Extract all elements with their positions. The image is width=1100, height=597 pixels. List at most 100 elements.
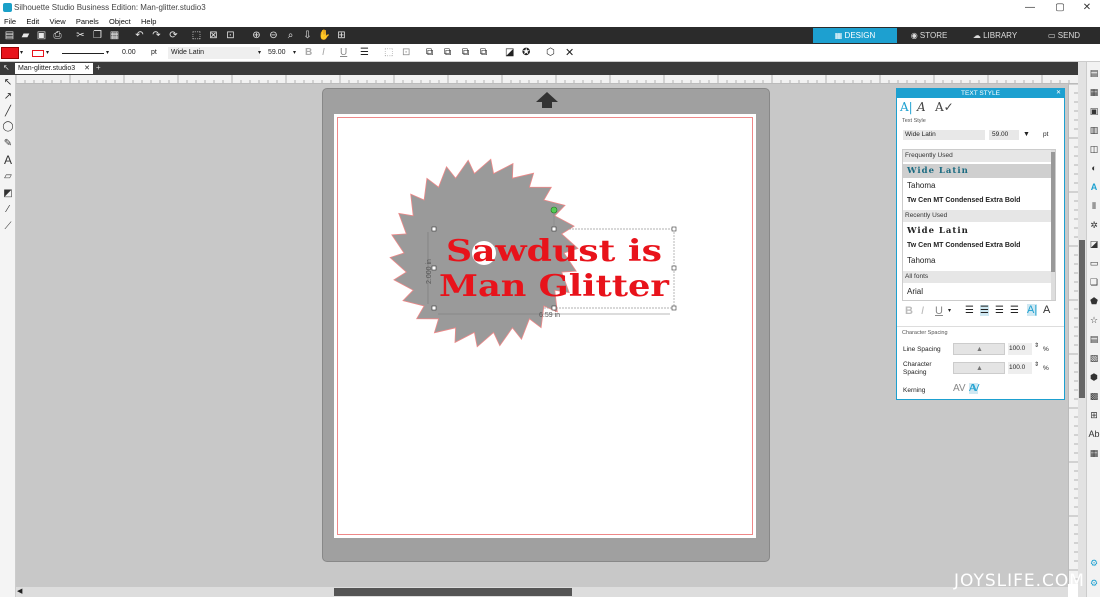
font-item-tahoma-recent[interactable]: Tahoma xyxy=(903,254,1053,268)
text-style-panel-icon[interactable]: A xyxy=(1088,181,1100,193)
line-width-field[interactable]: 0.00 xyxy=(122,47,136,59)
cut-icon[interactable]: ✂ xyxy=(74,29,87,42)
paste-icon[interactable]: ▦ xyxy=(108,29,121,42)
text-path-tab-icon[interactable]: A✓ xyxy=(935,100,954,114)
bold-icon[interactable]: B xyxy=(305,47,312,59)
font-size-dropdown-icon[interactable]: ▾ xyxy=(293,47,296,59)
zoom-in-icon[interactable]: ⊕ xyxy=(250,29,263,42)
close-tab-icon[interactable]: ✕ xyxy=(84,63,90,74)
image-effects-icon[interactable]: ⬢ xyxy=(1088,371,1100,383)
make-compound-icon[interactable]: ◪ xyxy=(505,47,514,59)
new-file-icon[interactable]: ▤ xyxy=(3,29,16,42)
pencil-tool-icon[interactable]: ✎ xyxy=(1,137,15,151)
select-all-icon[interactable]: ⬚ xyxy=(190,29,203,42)
font-list-scroll-thumb[interactable] xyxy=(1051,152,1055,272)
design-text-line-1[interactable]: Sawdust is xyxy=(446,234,662,269)
font-item-tahoma-frequent[interactable]: Tahoma xyxy=(903,179,1053,193)
sketch-panel-icon[interactable]: ▤ xyxy=(1088,333,1100,345)
send-to-back-icon[interactable]: ⧉ xyxy=(444,47,451,59)
font-item-twcen-frequent[interactable]: Tw Cen MT Condensed Extra Bold xyxy=(903,194,1053,208)
vertical-text-icon[interactable]: A xyxy=(1043,304,1050,316)
select-by-color-icon[interactable]: ⊡ xyxy=(224,29,237,42)
tab-library[interactable]: ☁ LIBRARY xyxy=(962,28,1028,43)
rotate-handle[interactable] xyxy=(550,206,558,214)
bring-forward-icon[interactable]: ⧉ xyxy=(462,47,469,59)
pan-hand-icon[interactable]: ✋ xyxy=(318,29,331,42)
character-spacing-slider-thumb[interactable]: ▲ xyxy=(976,365,983,372)
tab-store[interactable]: ◉ STORE xyxy=(898,28,960,43)
panel-size-dropdown-icon[interactable]: ▼ xyxy=(1023,130,1030,140)
trace-panel-icon[interactable]: ❏ xyxy=(1088,276,1100,288)
cut-settings-icon[interactable]: ⊞ xyxy=(1088,409,1100,421)
line-spacing-slider-thumb[interactable]: ▲ xyxy=(976,346,983,353)
character-spacing-field[interactable]: 100.0 xyxy=(1008,362,1032,374)
weld-icon[interactable]: ⬡ xyxy=(546,47,555,59)
undo-icon[interactable]: ↶ xyxy=(133,29,146,42)
scroll-left-icon[interactable]: ◀ xyxy=(17,587,22,595)
eraser-tool-icon[interactable]: ◩ xyxy=(1,187,15,201)
design-canvas[interactable]: 2.000 in 6.59 in Sawdust is Man Glitter xyxy=(334,114,756,538)
line-spacing-slider[interactable]: ▲ xyxy=(953,343,1005,355)
font-item-wide-latin-frequent[interactable]: Wide Latin xyxy=(903,164,1053,178)
fill-tool-icon[interactable]: ▱ xyxy=(1,170,15,184)
align-right-icon[interactable]: ☰ xyxy=(995,305,1004,316)
replicate-panel-icon[interactable]: ✲ xyxy=(1088,219,1100,231)
fit-page-icon[interactable]: ⊞ xyxy=(335,29,348,42)
line-spacing-field[interactable]: 100.0 xyxy=(1008,343,1032,355)
layers-icon[interactable]: ▥ xyxy=(1088,124,1100,136)
font-panel-icon[interactable]: Ab xyxy=(1088,428,1100,440)
menu-panels[interactable]: Panels xyxy=(72,16,103,27)
font-name-field[interactable]: Wide Latin xyxy=(168,47,260,59)
font-item-wide-latin-recent[interactable]: Wide Latin xyxy=(903,224,1053,238)
knife-tool-icon[interactable]: ⁄ xyxy=(1,203,15,217)
line-tool-icon[interactable]: ╱ xyxy=(1,105,15,119)
copy-icon[interactable]: ❐ xyxy=(91,29,104,42)
underline-icon[interactable]: U xyxy=(340,47,347,59)
italic-icon[interactable]: I xyxy=(322,47,325,59)
panel-italic-icon[interactable]: I xyxy=(921,305,924,317)
release-compound-icon[interactable]: ✪ xyxy=(522,47,530,59)
settings-gear-icon[interactable]: ⚙ xyxy=(1088,557,1100,569)
close-button[interactable]: ✕ xyxy=(1072,1,1100,14)
open-folder-icon[interactable]: ▰ xyxy=(19,29,32,42)
font-size-field[interactable]: 59.00 xyxy=(268,47,286,59)
line-style-preview[interactable] xyxy=(62,53,104,54)
minimize-button[interactable]: — xyxy=(1015,1,1045,14)
horizontal-scrollbar[interactable]: ◀ xyxy=(16,587,1068,597)
page-setup-icon[interactable]: ▤ xyxy=(1088,67,1100,79)
line-color-swatch[interactable] xyxy=(32,50,44,57)
star-panel-icon[interactable]: ☆ xyxy=(1088,314,1100,326)
panel-bold-icon[interactable]: B xyxy=(905,305,913,317)
menu-object[interactable]: Object xyxy=(105,16,135,27)
font-item-twcen-recent[interactable]: Tw Cen MT Condensed Extra Bold xyxy=(903,239,1053,253)
align-justify-icon[interactable]: ☰ xyxy=(1010,305,1019,316)
print-icon[interactable]: ⎙ xyxy=(51,29,64,42)
text-style-tab-icon[interactable]: A| xyxy=(900,100,913,114)
pattern-panel-icon[interactable]: ▧ xyxy=(1088,352,1100,364)
group-icon[interactable]: ⬚ xyxy=(384,47,393,59)
panel-font-field[interactable]: Wide Latin xyxy=(903,130,985,140)
font-item-arial[interactable]: Arial xyxy=(903,285,1053,299)
history-panel-icon[interactable]: ▦ xyxy=(1088,447,1100,459)
menu-file[interactable]: File xyxy=(0,16,20,27)
select-tool-icon[interactable]: ↖ xyxy=(1,76,15,90)
eyedropper-tool-icon[interactable]: ⟋ xyxy=(1,220,15,234)
panel-size-field[interactable]: 59.00 xyxy=(989,130,1019,140)
align-panel-icon[interactable]: ⫴ xyxy=(1088,200,1100,212)
stroke-panel-icon[interactable]: ◫ xyxy=(1088,143,1100,155)
new-tab-button[interactable]: + xyxy=(96,63,101,72)
tab-send[interactable]: ▭ SEND xyxy=(1036,28,1092,43)
registration-icon[interactable]: ▩ xyxy=(1088,390,1100,402)
nesting-panel-icon[interactable]: ⬟ xyxy=(1088,295,1100,307)
fill-dropdown-icon[interactable]: ▾ xyxy=(20,47,23,59)
library-panel-icon[interactable]: ▦ xyxy=(1088,86,1100,98)
panel-close-icon[interactable]: ✕ xyxy=(1056,89,1061,98)
panel-underline-icon[interactable]: U xyxy=(935,305,943,317)
kerning-off-icon[interactable]: AV xyxy=(953,383,966,394)
line-style-dropdown-icon[interactable]: ▾ xyxy=(106,47,109,59)
modify-panel-icon[interactable]: ◪ xyxy=(1088,238,1100,250)
store-panel-icon[interactable]: ▣ xyxy=(1088,105,1100,117)
horizontal-scroll-thumb[interactable] xyxy=(334,588,572,596)
tab-design[interactable]: ▦ DESIGN xyxy=(813,28,897,43)
panel-underline-dropdown-icon[interactable]: ▾ xyxy=(948,307,951,314)
